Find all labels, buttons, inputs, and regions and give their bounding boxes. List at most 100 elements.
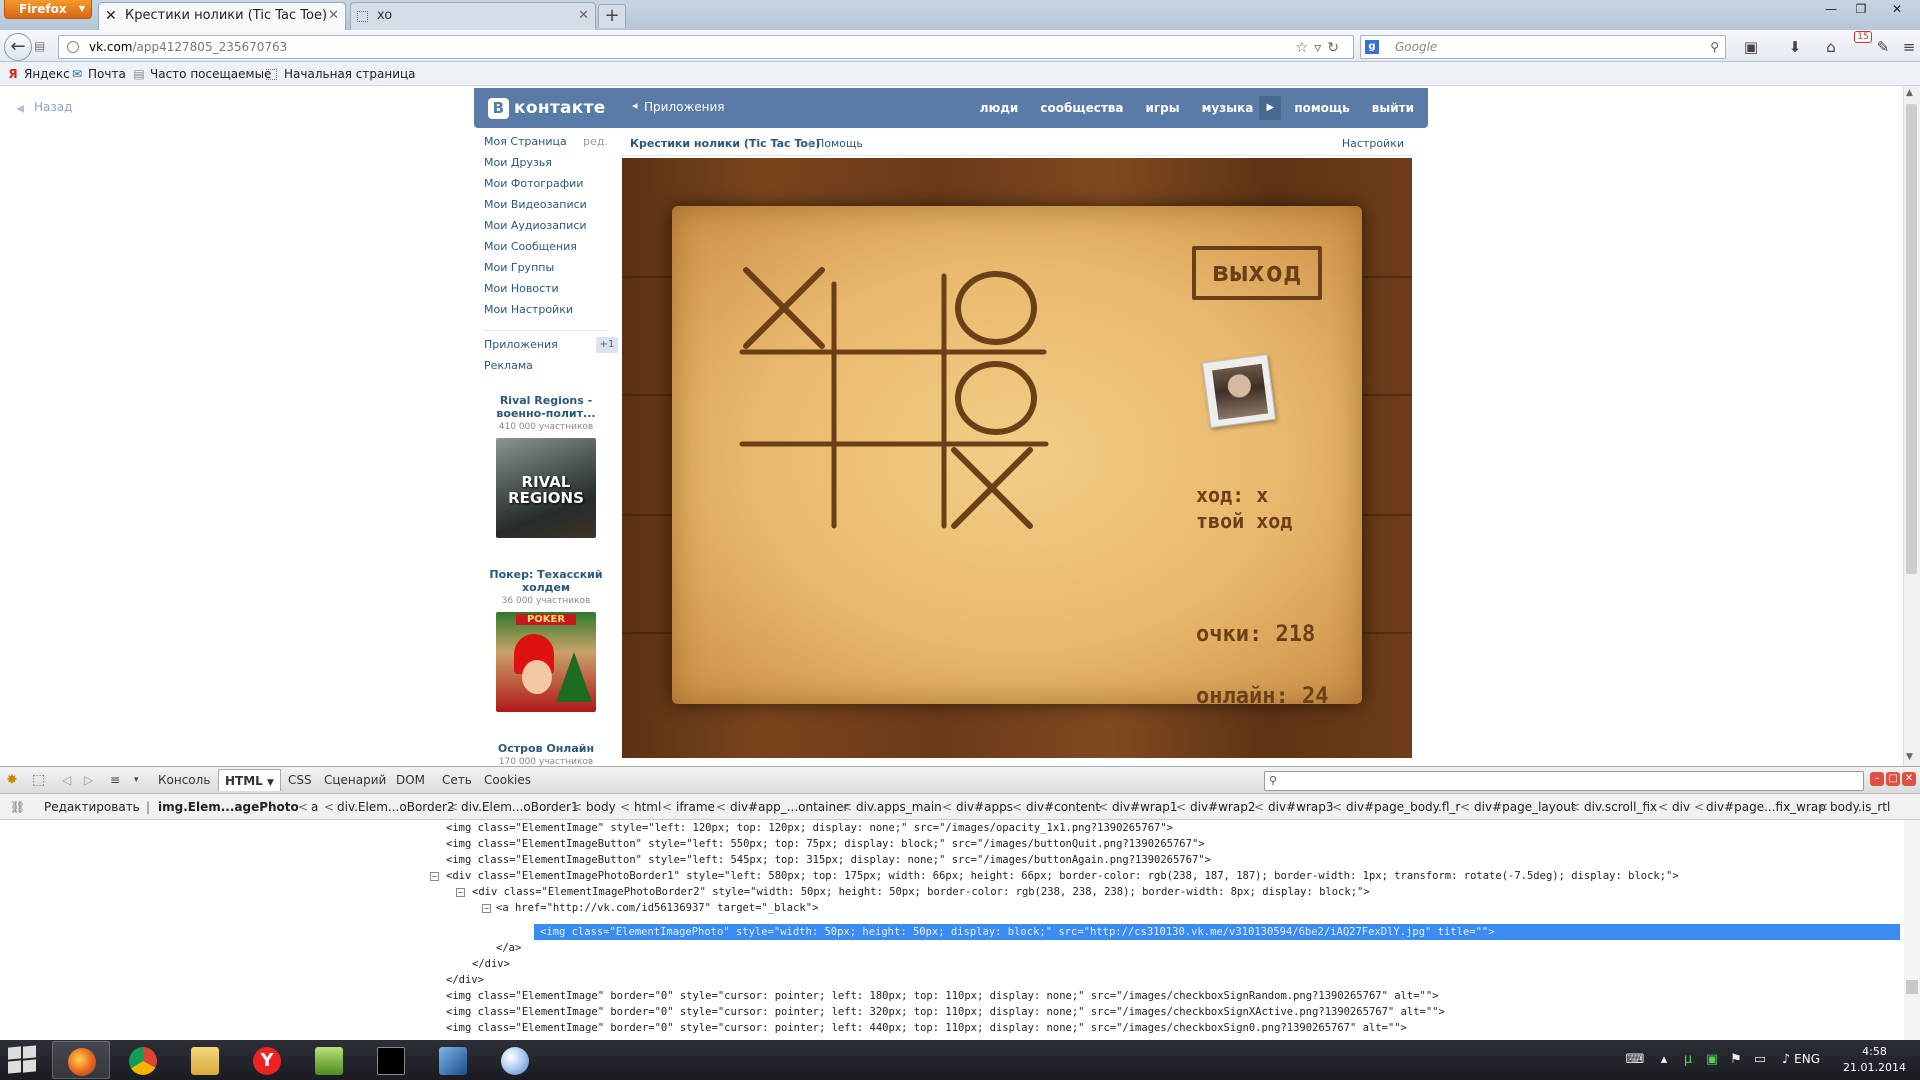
ad-island-online[interactable]: Остров Онлайн 170 000 участников: [474, 742, 618, 766]
minimize-firebug-icon[interactable]: –: [1870, 772, 1884, 786]
board-marks[interactable]: [743, 267, 1037, 529]
tab-inactive[interactable]: xo ✕: [350, 2, 596, 30]
collapse-toggle-icon[interactable]: −: [456, 888, 465, 897]
play-icon[interactable]: ▶: [1259, 96, 1282, 120]
scroll-thumb[interactable]: [1906, 104, 1917, 574]
forward-arrow-icon[interactable]: ▷: [84, 767, 93, 793]
crumb-item[interactable]: div.apps_main: [856, 794, 942, 819]
collapse-toggle-icon[interactable]: −: [430, 872, 439, 881]
crumb-item[interactable]: html: [634, 794, 661, 819]
crumb-item[interactable]: iframe: [676, 794, 715, 819]
player-photo-frame[interactable]: [1201, 353, 1277, 429]
bookmark-start-page[interactable]: Начальная страница: [264, 62, 416, 86]
close-window-button[interactable]: ✕: [1878, 0, 1916, 20]
search-input[interactable]: g Google ⚲: [1360, 35, 1726, 59]
game-canvas[interactable]: выход ход: x твой ход очки: 218 онлайн: …: [622, 158, 1412, 758]
nav-games[interactable]: игры: [1135, 101, 1191, 115]
tab-script[interactable]: Сценарий: [318, 769, 392, 791]
vk-logo[interactable]: B контакте: [488, 94, 606, 122]
code-line[interactable]: </a>: [496, 940, 521, 956]
menu-my-videos[interactable]: Мои Видеозаписи: [484, 197, 587, 213]
menu-my-page[interactable]: Моя Страница ред.: [484, 134, 608, 150]
tab-html[interactable]: HTML ▼: [218, 769, 281, 791]
bookmark-yandex[interactable]: Я Яндекс: [4, 62, 69, 86]
reload-icon[interactable]: ↻: [1327, 40, 1345, 56]
menu-icon[interactable]: ≡: [1898, 37, 1920, 57]
ad-rival-regions[interactable]: Rival Regions - военно-полит... 410 000 …: [474, 394, 618, 538]
list-icon[interactable]: ≡: [110, 767, 120, 793]
crumb-item[interactable]: div#page_layout: [1474, 794, 1576, 819]
help-link[interactable]: Помощь: [816, 132, 863, 156]
code-line[interactable]: <img class="ElementImage" border="0" sty…: [446, 1020, 1407, 1036]
code-line[interactable]: <img class="ElementImageButton" style="l…: [446, 852, 1211, 868]
download-icon[interactable]: ⬇: [1784, 37, 1806, 57]
settings-link[interactable]: Настройки: [1342, 132, 1404, 156]
crumb-item[interactable]: div.Elem...oBorder1: [461, 794, 579, 819]
crumb-item[interactable]: div#page_body.fl_r: [1346, 794, 1460, 819]
search-icon[interactable]: ⚲: [1710, 36, 1719, 58]
crumb-item[interactable]: div.Elem...oBorder2: [337, 794, 455, 819]
taskbar-cmd[interactable]: [362, 1041, 420, 1079]
code-line[interactable]: <a href="http://vk.com/id56136937" targe…: [496, 900, 818, 916]
menu-my-messages[interactable]: Мои Сообщения: [484, 239, 577, 255]
star-icon[interactable]: ☆: [1296, 40, 1315, 56]
crumb-item[interactable]: div#wrap3: [1268, 794, 1333, 819]
crumb-item[interactable]: div#app_...ontainer: [730, 794, 848, 819]
menu-my-groups[interactable]: Мои Группы: [484, 260, 554, 276]
tab-close-icon[interactable]: ✕: [328, 3, 339, 29]
close-firebug-icon[interactable]: ✕: [1902, 772, 1916, 786]
code-line[interactable]: <img class="ElementImage" border="0" sty…: [446, 1004, 1445, 1020]
player-avatar[interactable]: [1212, 363, 1269, 420]
crumb-item[interactable]: div#wrap2: [1190, 794, 1255, 819]
back-link[interactable]: Назад: [16, 98, 72, 117]
code-line[interactable]: <img class="ElementImageButton" style="l…: [446, 836, 1205, 852]
taskbar-yandex-browser[interactable]: Y: [238, 1041, 296, 1079]
quit-button[interactable]: выход: [1192, 246, 1322, 300]
taskbar-firefox[interactable]: [52, 1041, 110, 1079]
taskbar-notepad[interactable]: [300, 1041, 358, 1079]
nav-help[interactable]: помощь: [1283, 101, 1360, 115]
menu-ads[interactable]: Реклама: [484, 358, 533, 374]
tab-console[interactable]: Консоль: [152, 769, 216, 791]
back-arrow-icon[interactable]: ←: [4, 33, 32, 61]
crumb-item[interactable]: img.Elem...agePhoto: [158, 794, 299, 819]
new-tab-button[interactable]: +: [598, 4, 626, 28]
nav-logout[interactable]: выйти: [1361, 101, 1428, 115]
crumb-item[interactable]: div.scroll_fix: [1584, 794, 1657, 819]
minimize-button[interactable]: —: [1816, 0, 1846, 20]
pin-icon[interactable]: ⛓: [10, 794, 25, 819]
home-icon[interactable]: ⌂: [1820, 37, 1842, 57]
menu-my-photos[interactable]: Мои Фотографии: [484, 176, 583, 192]
scroll-thumb[interactable]: [1906, 980, 1918, 994]
app-title[interactable]: Крестики нолики (Tic Tac Toe): [630, 132, 820, 156]
tab-net[interactable]: Сеть: [436, 769, 478, 791]
clock[interactable]: 4:58 21.01.2014: [1843, 1044, 1906, 1076]
bookmark-mail[interactable]: ✉ Почта: [68, 62, 126, 86]
restore-button[interactable]: ❐: [1846, 0, 1876, 20]
crumb-item[interactable]: div#wrap1: [1112, 794, 1177, 819]
code-line[interactable]: </div>: [472, 956, 510, 972]
inspect-icon[interactable]: ⬚: [32, 767, 45, 793]
scroll-down-icon[interactable]: ▼: [1906, 752, 1913, 762]
nav-music[interactable]: музыка: [1191, 101, 1260, 115]
language-indicator[interactable]: ENG: [1794, 1052, 1820, 1066]
crumb-item[interactable]: div#content: [1026, 794, 1100, 819]
code-line[interactable]: <div class="ElementImagePhotoBorder1" st…: [446, 868, 1679, 884]
tab-dom[interactable]: DOM: [390, 769, 431, 791]
windows-start-icon[interactable]: [8, 1045, 38, 1074]
edit-button[interactable]: Редактировать: [44, 794, 140, 819]
keyboard-icon[interactable]: ⌨: [1620, 1052, 1650, 1068]
back-arrow-icon[interactable]: ◁: [62, 767, 71, 793]
apps-breadcrumb-link[interactable]: Приложения: [632, 99, 725, 114]
firefox-menu-button[interactable]: Firefox ▼: [4, 0, 92, 19]
ad-poker[interactable]: Покер: Техасский холдем 36 000 участнико…: [474, 568, 618, 712]
tab-active[interactable]: ✕ Крестики нолики (Tic Tac Toe) ✕: [98, 2, 346, 30]
green-app-icon[interactable]: ▣: [1704, 1052, 1720, 1068]
crumb-item[interactable]: body.is_rtl: [1830, 794, 1890, 819]
bookmarks-menu-icon[interactable]: ▣: [1740, 37, 1762, 57]
tab-css[interactable]: CSS: [282, 769, 318, 791]
menu-my-news[interactable]: Мои Новости: [484, 281, 559, 297]
crumb-item[interactable]: a: [311, 794, 318, 819]
tab-cookies[interactable]: Cookies: [478, 769, 537, 791]
url-bar[interactable]: vk.com/app4127805_235670763 ☆▿↻: [58, 35, 1354, 59]
